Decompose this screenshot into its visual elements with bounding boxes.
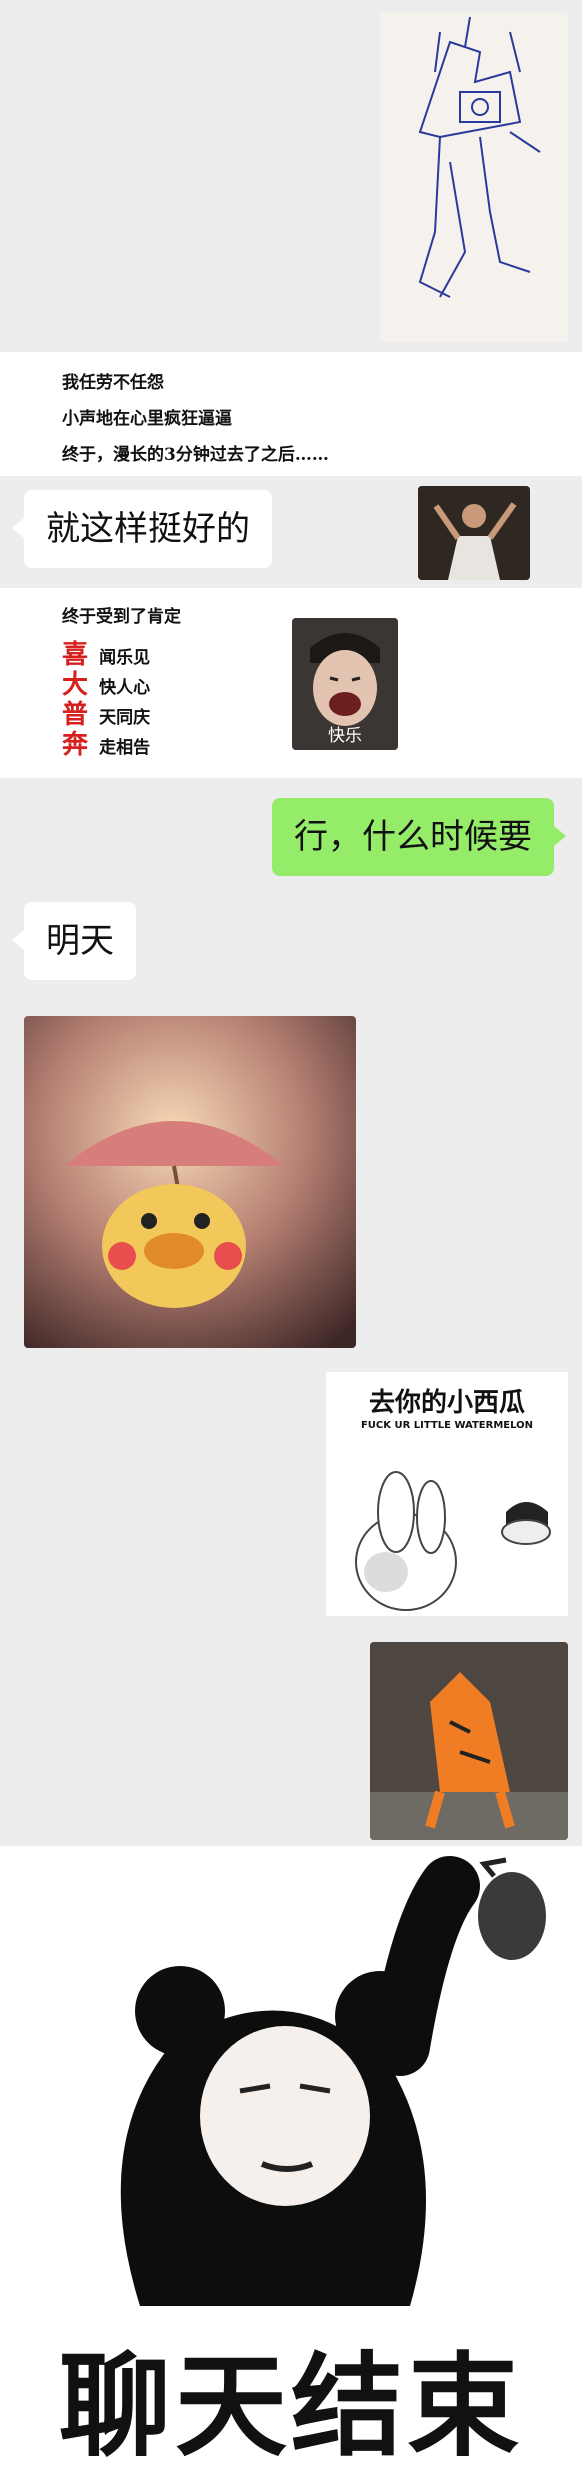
- panda-meme-illustration: [120, 1856, 546, 2306]
- laughing-face-sticker: 快乐: [292, 618, 398, 750]
- duck-umbrella-illustration: [24, 1016, 356, 1348]
- drawing-illustration: [380, 12, 568, 342]
- drawing-photo-message[interactable]: [380, 12, 568, 342]
- poem-line-2: 小声地在心里疯狂逼逼: [62, 409, 232, 429]
- dancing-man-sticker[interactable]: [418, 486, 530, 580]
- message-bubble-fine[interactable]: 就这样挺好的: [12, 490, 272, 568]
- poem-strip: 我任劳不任怨 小声地在心里疯狂逼逼 终于，漫长的3分钟过去了之后……: [0, 352, 582, 476]
- praise-red-char: 奔: [62, 730, 89, 760]
- tiger-costume-illustration: [370, 1642, 568, 1840]
- rabbit-illustration: [355, 1471, 551, 1611]
- message-bubble-tomorrow[interactable]: 明天: [12, 902, 136, 980]
- sticker-title: 去你的小西瓜: [368, 1388, 525, 1418]
- sticker-caption: 快乐: [328, 726, 362, 746]
- ending-text: 聊天结束: [59, 2342, 523, 2472]
- tiger-costume-sticker[interactable]: [370, 1642, 568, 1840]
- ending-meme: 聊天结束: [0, 1846, 582, 2472]
- watermelon-sticker[interactable]: 去你的小西瓜 FUCK UR LITTLE WATERMELON: [326, 1372, 568, 1616]
- message-bubble-when[interactable]: 行，什么时候要: [272, 798, 566, 876]
- praise-strip: 终于受到了肯定 喜 闻乐见 大 快人心 普 天同庆 奔 走相告 快乐: [0, 588, 582, 778]
- sticker-subtitle: FUCK UR LITTLE WATERMELON: [360, 1420, 534, 1431]
- dancing-man-illustration: [418, 486, 530, 580]
- praise-header: 终于受到了肯定: [62, 607, 181, 627]
- praise-rest: 走相告: [99, 738, 151, 758]
- duck-umbrella-sticker[interactable]: [24, 1016, 356, 1348]
- poem-line-3: 终于，漫长的3分钟过去了之后……: [62, 445, 329, 465]
- poem-line-1: 我任劳不任怨: [62, 373, 164, 393]
- praise-row-4: 奔 走相告: [62, 724, 150, 761]
